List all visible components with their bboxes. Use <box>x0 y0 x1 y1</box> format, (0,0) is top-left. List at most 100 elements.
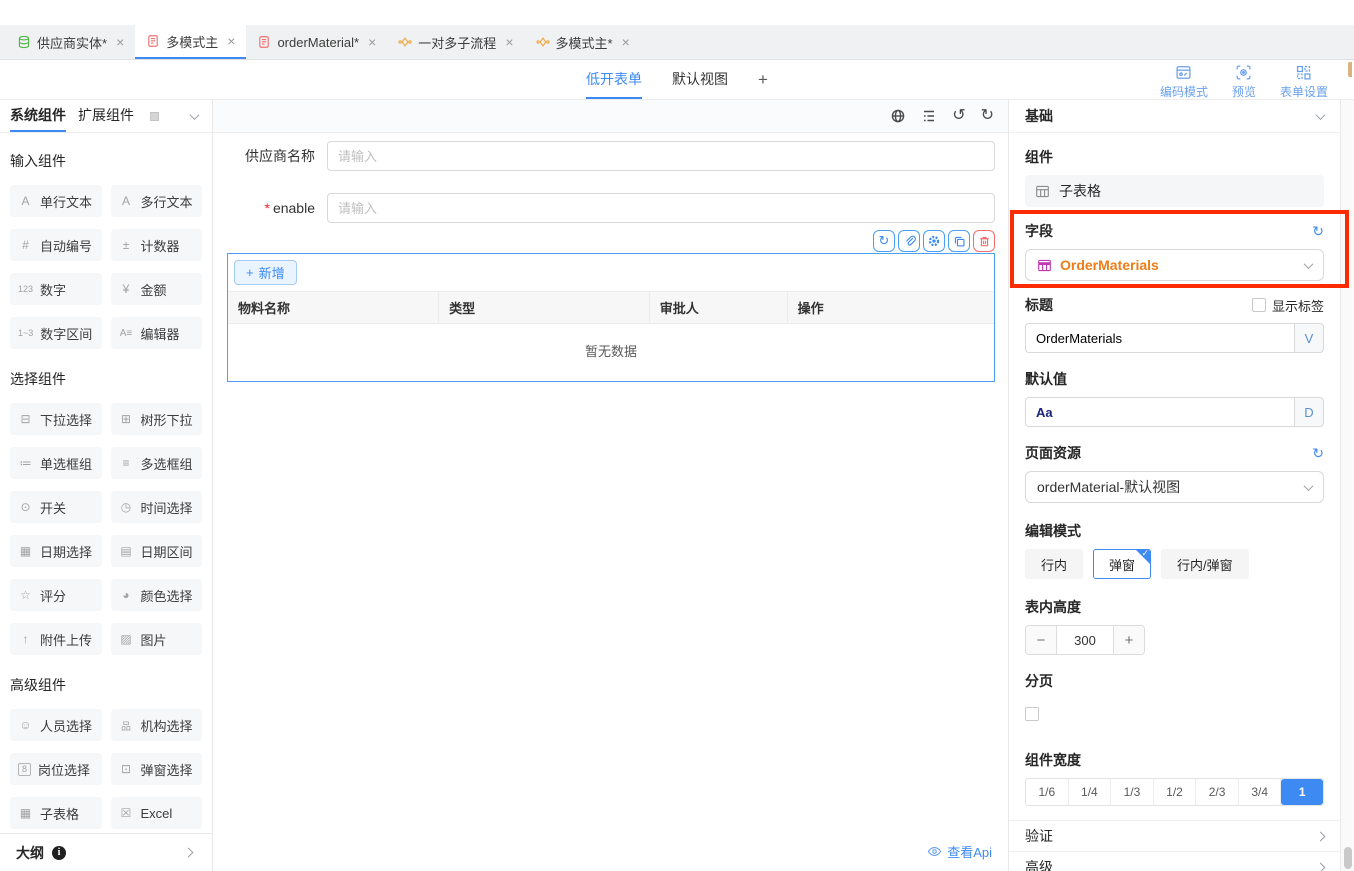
width-option-1-3[interactable]: 1/3 <box>1111 779 1154 805</box>
enable-input[interactable] <box>327 193 995 223</box>
edit-mode-inline[interactable]: 行内 <box>1025 549 1083 579</box>
outline-bar[interactable]: 大纲 i <box>0 833 212 871</box>
component-org-select[interactable]: 品机构选择 <box>111 709 203 741</box>
title-variable-button[interactable]: V <box>1294 323 1324 353</box>
width-option-3-4[interactable]: 3/4 <box>1239 779 1282 805</box>
tab-supplier-entity[interactable]: 供应商实体* × <box>6 25 135 59</box>
close-icon[interactable]: × <box>368 34 376 50</box>
component-attachment-upload[interactable]: ↑附件上传 <box>10 623 102 655</box>
increment-button[interactable]: + <box>1114 626 1144 654</box>
default-value-button[interactable]: D <box>1294 397 1324 427</box>
tab-one-to-many-flow[interactable]: 一对多子流程 × <box>387 25 524 59</box>
show-label-option[interactable]: 显示标签 <box>1252 296 1324 315</box>
component-color-picker[interactable]: ◕颜色选择 <box>111 579 203 611</box>
eye-icon <box>927 844 942 859</box>
component-auto-number[interactable]: #自动编号 <box>10 229 102 261</box>
chevron-down-icon <box>1304 259 1314 269</box>
close-icon[interactable]: × <box>622 34 630 50</box>
tab-multimode-main[interactable]: 多模式主 × <box>135 25 246 59</box>
add-row-button[interactable]: + 新增 <box>234 260 297 285</box>
table-height-value[interactable]: 300 <box>1056 626 1114 654</box>
tab-ordermaterial[interactable]: orderMaterial* × <box>246 25 387 59</box>
component-post-select[interactable]: 8岗位选择 <box>10 753 102 785</box>
code-mode-button[interactable]: 编码模式 <box>1160 64 1208 100</box>
component-date-range[interactable]: ▤日期区间 <box>111 535 203 567</box>
chevron-down-icon[interactable] <box>190 110 200 120</box>
component-image[interactable]: ▨图片 <box>111 623 203 655</box>
component-number[interactable]: 123数字 <box>10 273 102 305</box>
component-date-picker[interactable]: ▦日期选择 <box>10 535 102 567</box>
undo-icon[interactable]: ↺ <box>952 108 965 124</box>
width-option-full[interactable]: 1 <box>1281 779 1323 805</box>
subtable-component-selected[interactable]: ↻ <box>227 253 995 382</box>
chevron-right-icon <box>1316 831 1326 841</box>
component-multi-line-text[interactable]: A多行文本 <box>111 185 203 217</box>
decrement-button[interactable]: − <box>1026 626 1056 654</box>
tab-extension-components[interactable]: 扩展组件 <box>78 100 134 132</box>
component-editor[interactable]: A≡编辑器 <box>111 317 203 349</box>
page-resource-select[interactable]: orderMaterial-默认视图 <box>1025 471 1324 503</box>
component-tree-select[interactable]: ⊞树形下拉 <box>111 403 203 435</box>
view-api-link[interactable]: 查看Api <box>927 842 992 861</box>
show-label-checkbox[interactable] <box>1252 298 1266 312</box>
component-person-select[interactable]: ☺人员选择 <box>10 709 102 741</box>
component-popup-select[interactable]: ⊡弹窗选择 <box>111 753 203 785</box>
calendar-icon: ▦ <box>18 544 33 558</box>
pagination-checkbox[interactable] <box>1025 707 1039 721</box>
tab-default-view[interactable]: 默认视图 <box>672 60 728 99</box>
component-switch[interactable]: ⊙开关 <box>10 491 102 523</box>
delete-button[interactable] <box>973 230 995 252</box>
component-radio-group[interactable]: ≔单选框组 <box>10 447 102 479</box>
section-title-advanced: 高级组件 <box>10 675 202 695</box>
component-time-picker[interactable]: ◷时间选择 <box>111 491 203 523</box>
component-dropdown-select[interactable]: ⊟下拉选择 <box>10 403 102 435</box>
field-select[interactable]: OrderMaterials <box>1025 249 1324 281</box>
database-icon <box>17 35 31 49</box>
close-icon[interactable]: × <box>505 34 513 50</box>
copy-button[interactable] <box>948 230 970 252</box>
window-scrollbar[interactable] <box>1340 100 1354 871</box>
component-subtable[interactable]: ▦子表格 <box>10 797 102 829</box>
component-checkbox-group[interactable]: ≡多选框组 <box>111 447 203 479</box>
add-view-button[interactable]: + <box>758 70 768 90</box>
close-icon[interactable]: × <box>227 33 235 49</box>
width-option-1-2[interactable]: 1/2 <box>1154 779 1197 805</box>
close-icon[interactable]: × <box>116 34 124 50</box>
scrollbar-thumb[interactable] <box>1344 847 1352 869</box>
section-validation[interactable]: 验证 <box>1009 820 1340 851</box>
outline-tree-icon[interactable] <box>921 108 937 124</box>
edit-mode-popup[interactable]: 弹窗 ✓ <box>1093 549 1151 579</box>
settings-button[interactable] <box>923 230 945 252</box>
component-number-range[interactable]: 1~3数字区间 <box>10 317 102 349</box>
section-advanced[interactable]: 高级 <box>1009 851 1340 871</box>
width-option-1-4[interactable]: 1/4 <box>1069 779 1112 805</box>
chevron-right-icon[interactable] <box>184 848 194 858</box>
link-button[interactable] <box>898 230 920 252</box>
tab-lowcode-form[interactable]: 低开表单 <box>586 60 642 99</box>
redo-icon[interactable]: ↻ <box>981 108 994 124</box>
edit-mode-inline-popup[interactable]: 行内/弹窗 <box>1161 549 1249 579</box>
globe-icon[interactable] <box>890 108 906 124</box>
inspector-header-basic[interactable]: 基础 <box>1009 100 1340 133</box>
supplier-name-input[interactable] <box>327 141 995 171</box>
form-settings-button[interactable]: 表单设置 <box>1280 64 1328 100</box>
preview-button[interactable]: 预览 <box>1232 64 1256 100</box>
component-amount[interactable]: ¥金额 <box>111 273 203 305</box>
tab-multimode-main-2[interactable]: 多模式主* × <box>525 25 641 59</box>
sync-button[interactable]: ↻ <box>873 230 895 252</box>
component-excel[interactable]: ☒Excel <box>111 797 203 829</box>
width-option-2-3[interactable]: 2/3 <box>1196 779 1239 805</box>
form-field-supplier-name[interactable]: 供应商名称 <box>227 141 995 171</box>
preview-eye-icon <box>1235 64 1252 81</box>
component-single-line-text[interactable]: A单行文本 <box>10 185 102 217</box>
form-field-enable[interactable]: *enable <box>227 193 995 223</box>
default-value-input[interactable] <box>1025 397 1294 427</box>
component-counter[interactable]: ±计数器 <box>111 229 203 261</box>
window-top-strip <box>0 0 1354 25</box>
title-input[interactable] <box>1025 323 1294 353</box>
width-option-1-6[interactable]: 1/6 <box>1026 779 1069 805</box>
component-rating[interactable]: ☆评分 <box>10 579 102 611</box>
tab-system-components[interactable]: 系统组件 <box>10 100 66 132</box>
sync-icon[interactable]: ↻ <box>1312 446 1324 460</box>
sync-icon[interactable]: ↻ <box>1312 224 1324 238</box>
